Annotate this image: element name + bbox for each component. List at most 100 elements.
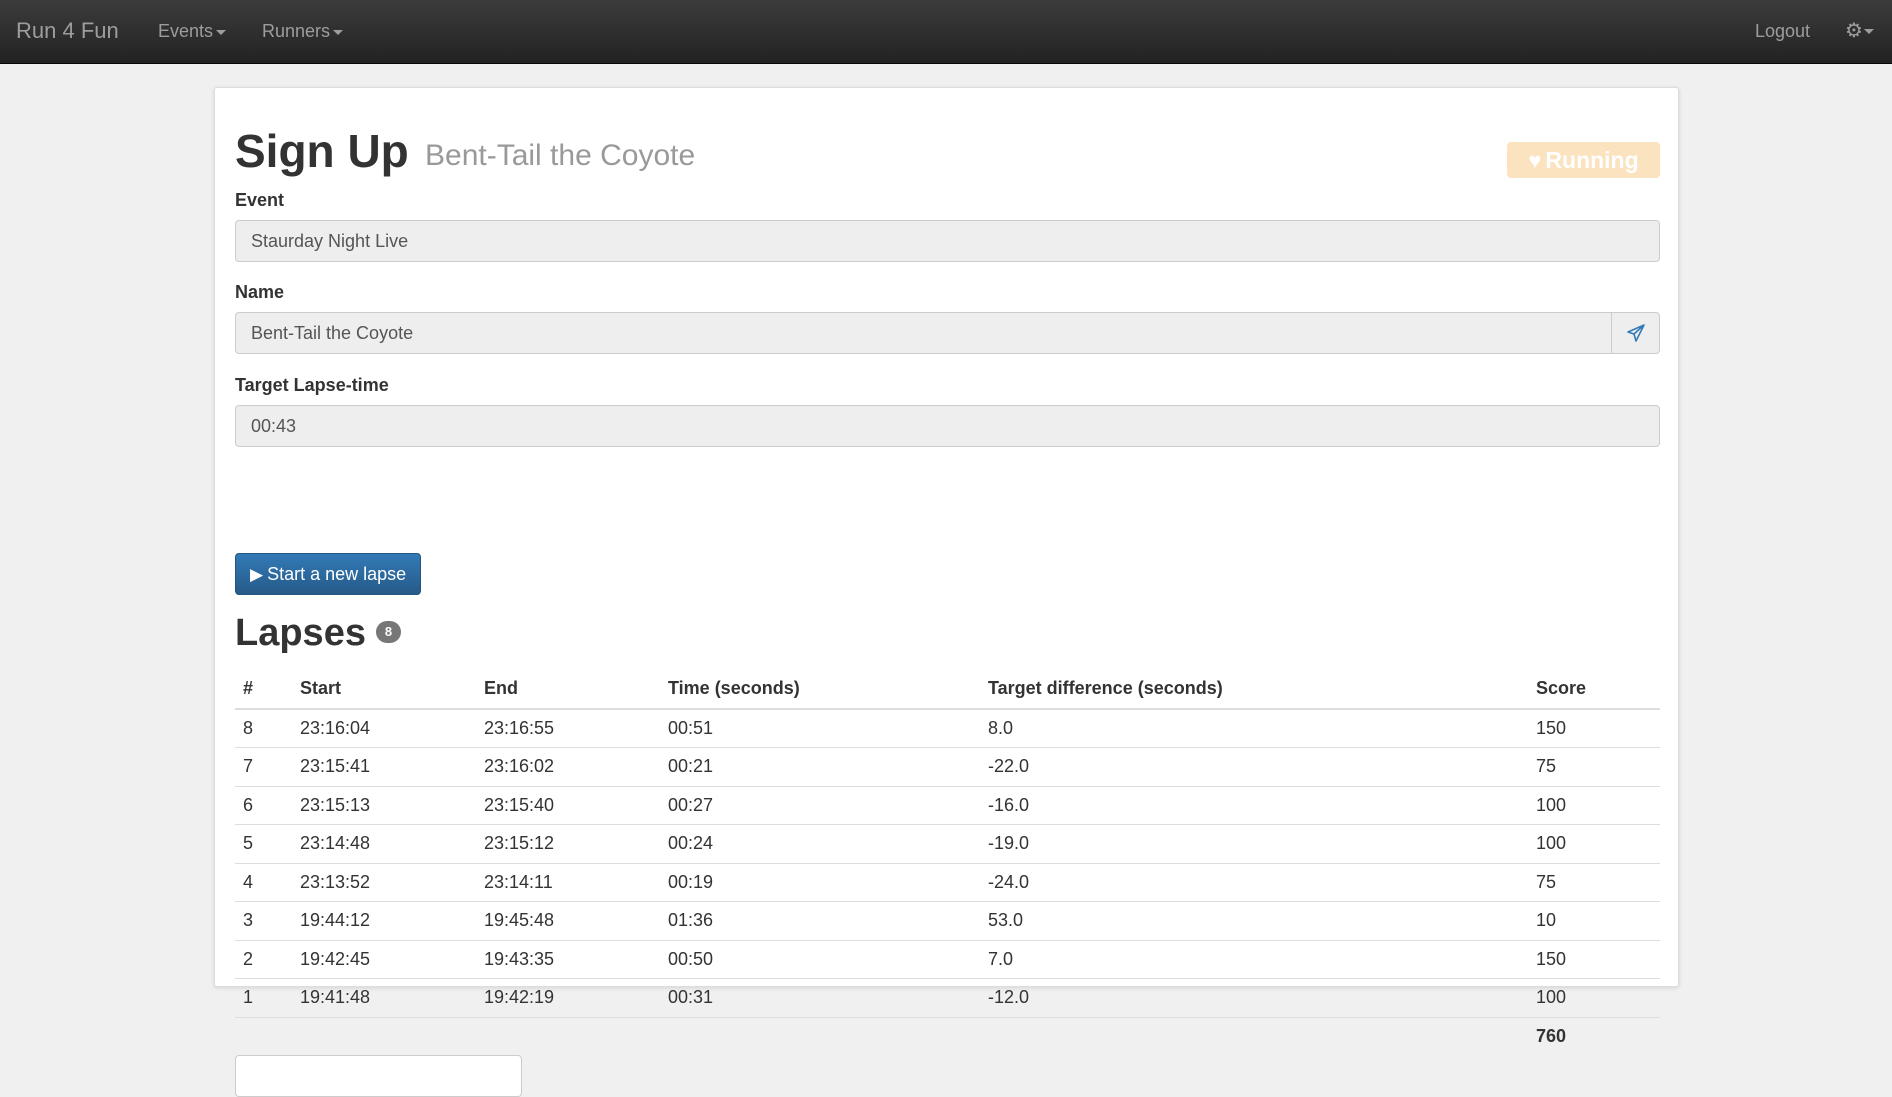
settings-menu[interactable]: ⚙	[1845, 0, 1874, 64]
table-cell	[476, 1016, 660, 1056]
lapses-title: Lapses	[235, 612, 366, 654]
table-header-row: # Start End Time (seconds) Target differ…	[235, 669, 1660, 710]
table-cell: 2	[235, 939, 292, 979]
table-cell: 8	[235, 708, 292, 748]
table-cell: -24.0	[980, 862, 1528, 902]
table-cell: -19.0	[980, 824, 1528, 863]
chevron-down-icon	[333, 29, 344, 35]
lapses-table-body: 8 23:16:04 23:16:55 00:51 8.0 150 7 23:15:41 23:…	[235, 708, 1660, 1056]
table-cell: 23:13:52	[292, 862, 476, 902]
table-row: 4 23:13:52 23:14:11 00:19 -24.0 75	[235, 862, 1660, 902]
lapses-heading: Lapses 8	[235, 608, 401, 658]
name-field[interactable]: Bent-Tail the Coyote	[235, 312, 1612, 354]
column-header: #	[235, 669, 292, 710]
events-menu-label: Events	[158, 21, 214, 41]
table-cell: 3	[235, 901, 292, 940]
chevron-down-icon	[1863, 29, 1874, 35]
table-cell: 23:15:13	[292, 785, 476, 825]
column-header: Start	[292, 669, 476, 710]
table-cell	[980, 1016, 1528, 1056]
table-cell: 7.0	[980, 939, 1528, 979]
table-cell: 6	[235, 785, 292, 825]
table-cell: 10	[1528, 901, 1660, 940]
column-header: Score	[1528, 669, 1660, 710]
top-navbar: Run 4 Fun Events Runners Logout ⚙	[0, 0, 1892, 64]
runners-menu[interactable]: Runners	[262, 0, 344, 64]
table-cell: 00:21	[660, 747, 980, 786]
runner-name-subtitle: Bent-Tail the Coyote	[425, 139, 696, 172]
start-lapse-button[interactable]: ▶ Start a new lapse	[235, 553, 421, 595]
chevron-down-icon	[216, 29, 227, 35]
events-menu[interactable]: Events	[158, 0, 227, 64]
table-cell: -22.0	[980, 747, 1528, 786]
table-cell: 100	[1528, 785, 1660, 825]
table-cell: 23:15:40	[476, 785, 660, 825]
lapse-count-badge: 8	[375, 620, 401, 643]
table-cell: 19:42:19	[476, 978, 660, 1017]
total-score: 760	[1528, 1016, 1660, 1056]
target-lapse-field[interactable]: 00:43	[235, 405, 1660, 447]
table-cell: 19:45:48	[476, 901, 660, 940]
table-cell: 00:27	[660, 785, 980, 825]
main-panel: Sign Up Bent-Tail the Coyote ♥ Running Ev…	[214, 87, 1679, 1097]
table-cell: 5	[235, 824, 292, 863]
table-cell: 23:14:11	[476, 862, 660, 902]
name-label: Name	[235, 282, 285, 302]
table-cell: 23:16:04	[292, 708, 476, 748]
table-cell: -16.0	[980, 785, 1528, 825]
table-cell: 19:44:12	[292, 901, 476, 940]
table-cell: 23:16:02	[476, 747, 660, 786]
table-cell: 75	[1528, 862, 1660, 902]
column-header: Target difference (seconds)	[980, 669, 1528, 710]
status-label: Running	[1545, 147, 1639, 173]
logout-link[interactable]: Logout	[1755, 0, 1810, 64]
table-cell: 150	[1528, 939, 1660, 979]
table-cell: 19:41:48	[292, 978, 476, 1017]
page-header: Sign Up Bent-Tail the Coyote ♥ Running	[235, 124, 1660, 184]
table-row: 1 19:41:48 19:42:19 00:31 -12.0 100	[235, 978, 1660, 1017]
table-cell: 01:36	[660, 901, 980, 940]
heartbeat-icon: ♥	[1528, 148, 1542, 173]
gears-icon: ⚙	[1845, 20, 1863, 42]
table-cell	[292, 1016, 476, 1056]
runners-menu-label: Runners	[262, 21, 331, 41]
status-badge: ♥ Running	[1507, 142, 1660, 178]
page-title: Sign Up	[235, 125, 409, 177]
table-cell: 75	[1528, 747, 1660, 786]
send-button[interactable]	[1612, 312, 1660, 354]
table-cell: 4	[235, 862, 292, 902]
table-cell: 19:43:35	[476, 939, 660, 979]
table-cell: 1	[235, 978, 292, 1017]
table-cell	[660, 1016, 980, 1056]
table-row: 7 23:15:41 23:16:02 00:21 -22.0 75	[235, 747, 1660, 786]
table-cell: 00:19	[660, 862, 980, 902]
table-cell: 23:15:41	[292, 747, 476, 786]
table-row: 3 19:44:12 19:45:48 01:36 53.0 10	[235, 901, 1660, 940]
secondary-button[interactable]	[235, 1055, 522, 1097]
table-cell: 23:14:48	[292, 824, 476, 863]
total-row: 760	[235, 1016, 1660, 1056]
table-cell: 7	[235, 747, 292, 786]
table-row: 2 19:42:45 19:43:35 00:50 7.0 150	[235, 939, 1660, 979]
table-cell: 00:31	[660, 978, 980, 1017]
column-header: Time (seconds)	[660, 669, 980, 710]
brand-link[interactable]: Run 4 Fun	[16, 0, 119, 64]
table-cell: 00:50	[660, 939, 980, 979]
table-cell: 00:24	[660, 824, 980, 863]
table-cell: 100	[1528, 824, 1660, 863]
table-cell	[235, 1016, 292, 1056]
column-header: End	[476, 669, 660, 710]
table-cell: 00:51	[660, 708, 980, 748]
event-field[interactable]: Staurday Night Live	[235, 220, 1660, 262]
table-cell: -12.0	[980, 978, 1528, 1017]
start-lapse-label: Start a new lapse	[267, 564, 407, 584]
event-label: Event	[235, 190, 285, 210]
table-cell: 23:15:12	[476, 824, 660, 863]
lapses-table: # Start End Time (seconds) Target differ…	[235, 669, 1660, 1056]
table-row: 5 23:14:48 23:15:12 00:24 -19.0 100	[235, 824, 1660, 863]
play-icon: ▶	[250, 565, 264, 584]
table-row: 8 23:16:04 23:16:55 00:51 8.0 150	[235, 708, 1660, 748]
table-cell: 53.0	[980, 901, 1528, 940]
table-cell: 23:16:55	[476, 708, 660, 748]
table-cell: 100	[1528, 978, 1660, 1017]
